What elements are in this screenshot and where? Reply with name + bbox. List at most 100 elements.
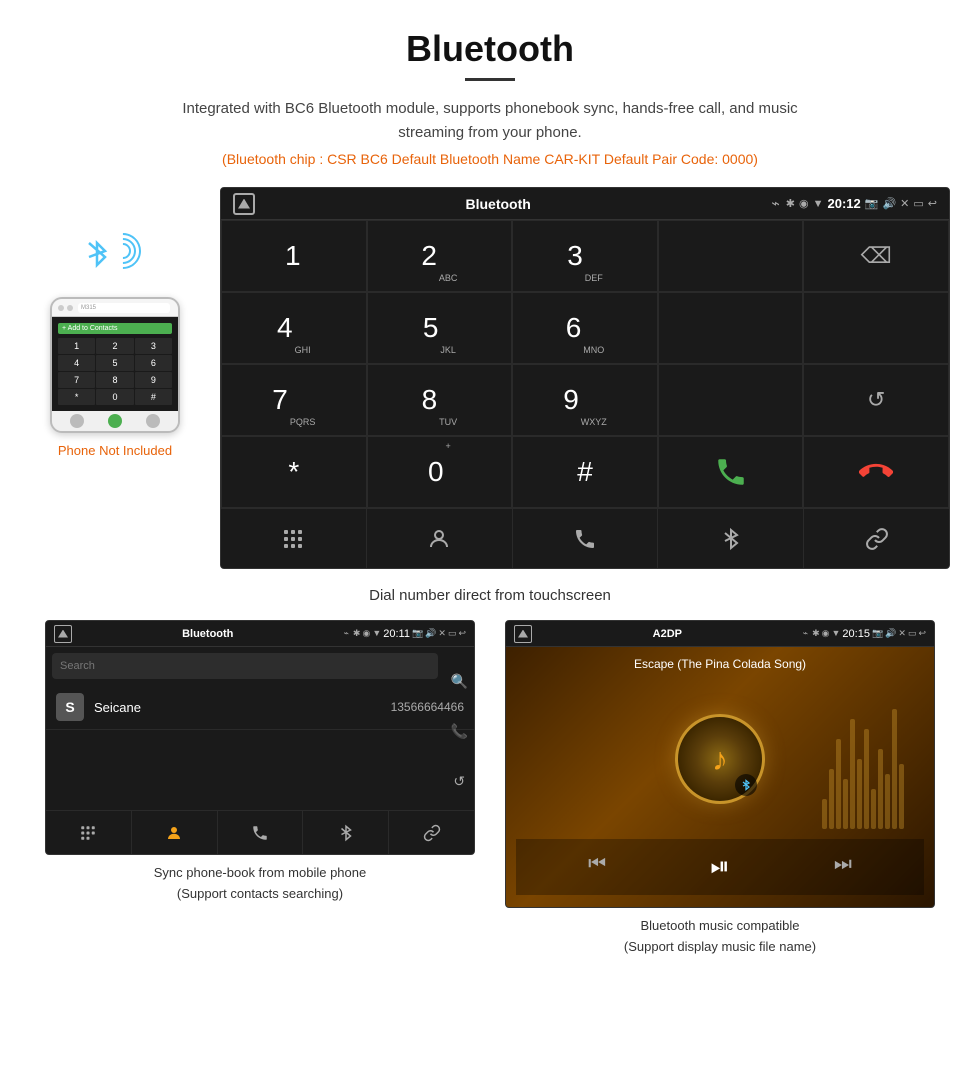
status-icons: ✱ ◉ ▼ 20:12 📷 🔊 ✕ ▭ ↩ [786,196,937,211]
phone-menu-btn [146,414,160,428]
music-song-title: Escape (The Pina Colada Song) [634,657,806,671]
dial-key-9[interactable]: 9 WXYZ [512,364,658,436]
music-bg: Escape (The Pina Colada Song) ♪ [506,647,934,907]
dial-key-6[interactable]: 6 MNO [512,292,658,364]
music-status-bar: A2DP ⌁ ✱ ◉ ▼ 20:15 📷 🔊 ✕ ▭ ↩ [506,621,934,647]
eq-bar-4 [843,779,848,829]
dial-key-4[interactable]: 4 GHI [221,292,367,364]
pb-x-icon: ✕ [438,628,446,640]
phone-green-bar: + Add to Contacts [58,323,172,334]
prev-track-btn[interactable]: ⏮ [588,853,606,881]
eq-bar-12 [899,764,904,829]
music-sig-icon: ▼ [832,628,841,640]
pb-spacer [46,730,474,810]
pb-btn-bluetooth[interactable] [303,811,389,854]
pb-bt-icon: ✱ [353,628,361,640]
x-icon: ✕ [900,197,909,210]
dial-call-green[interactable] [658,436,804,508]
pb-search-bar[interactable]: Search [52,653,438,679]
backspace-icon: ⌫ [861,243,892,269]
pb-btn-contacts[interactable] [132,811,218,854]
dial-key-2[interactable]: 2 ABC [367,220,513,292]
pb-dialpad-icon [79,824,97,842]
volume-icon: 🔊 [882,197,896,210]
dial-refresh[interactable]: ↺ [803,364,949,436]
status-time: 20:12 [828,196,861,211]
call-icon [573,527,597,551]
phone-screen: + Add to Contacts 1 2 3 4 5 6 7 8 9 * 0 … [52,317,178,411]
link-icon [865,527,889,551]
dial-key-star[interactable]: * [221,436,367,508]
phone-not-included: Phone Not Included [58,443,172,458]
bluetooth-toolbar-icon [719,527,743,551]
music-caption: Bluetooth music compatible(Support displ… [614,908,826,958]
pb-search-side-icon[interactable]: 🔍 [451,673,468,690]
location-icon: ◉ [799,197,809,210]
phone-addr-bar: M315 [78,303,170,313]
dial-key-7[interactable]: 7 PQRS [221,364,367,436]
music-screen-icon: ▭ [908,628,917,640]
toolbar-link[interactable] [804,509,949,568]
phone-key-0: 0 [96,389,133,405]
next-track-btn[interactable]: ⏭ [834,853,852,881]
eq-bar-1 [822,799,827,829]
dial-call-red[interactable] [803,436,949,508]
pb-btn-call[interactable] [218,811,304,854]
music-status-title: A2DP [536,628,799,640]
bt-signal [75,227,155,287]
toolbar-bluetooth[interactable] [658,509,804,568]
dial-key-3[interactable]: 3 DEF [512,220,658,292]
phone-key-1: 1 [58,338,95,354]
phone-key-5: 5 [96,355,133,371]
dial-key-8[interactable]: 8 TUV [367,364,513,436]
eq-bar-8 [871,789,876,829]
pb-refresh-side-icon[interactable]: ↺ [453,773,465,790]
music-time: 20:15 [842,628,870,640]
phone-key-8: 8 [96,372,133,388]
pb-vol-icon: 🔊 [425,628,436,640]
phone-top-bar: M315 [52,299,178,317]
music-home-icon[interactable] [514,625,532,643]
phone-key-7: 7 [58,372,95,388]
page-header: Bluetooth Integrated with BC6 Bluetooth … [0,0,980,187]
camera-icon: 📷 [865,197,879,210]
dial-key-5[interactable]: 5 JKL [367,292,513,364]
pb-contacts-icon [165,824,183,842]
bottom-screens: Bluetooth ⌁ ✱ ◉ ▼ 20:11 📷 🔊 ✕ ▭ ↩ [0,620,980,958]
pb-link-icon [423,824,441,842]
music-home-inner [518,630,528,638]
dial-empty-4 [658,364,804,436]
music-note-icon: ♪ [712,741,728,778]
pb-search-placeholder: Search [60,660,95,672]
pb-call-side-icon[interactable]: 📞 [451,723,468,740]
play-pause-btn[interactable]: ⏯ [710,853,729,881]
eq-bar-9 [878,749,883,829]
signal-icon: ▼ [813,198,824,210]
eq-bar-5 [850,719,855,829]
toolbar-dialpad[interactable] [221,509,367,568]
pb-bt-icon [337,824,355,842]
dial-backspace[interactable]: ⌫ [803,220,949,292]
screen-icon: ▭ [913,197,923,210]
main-status-bar: Bluetooth ⌁ ✱ ◉ ▼ 20:12 📷 🔊 ✕ ▭ ↩ [221,188,949,220]
pb-status-icons: ✱ ◉ ▼ 20:11 📷 🔊 ✕ ▭ ↩ [353,628,466,640]
bt-status-icon: ✱ [786,197,795,210]
main-section: M315 + Add to Contacts 1 2 3 4 5 6 7 8 9… [0,187,980,569]
toolbar-contacts[interactable] [367,509,513,568]
phone-bottom [52,411,178,431]
eq-bar-7 [864,729,869,829]
pb-btn-link[interactable] [389,811,474,854]
dial-key-hash[interactable]: # [512,436,658,508]
toolbar-call[interactable] [513,509,659,568]
dial-key-1[interactable]: 1 [221,220,367,292]
pb-status-title: Bluetooth [76,628,339,640]
music-disc: ♪ [675,714,765,804]
dial-key-0[interactable]: 0 + [367,436,513,508]
dial-empty-2 [658,292,804,364]
music-usb-icon: ⌁ [803,628,808,639]
phone-key-3: 3 [135,338,172,354]
pb-sig-icon: ▼ [372,628,381,640]
pb-home-icon[interactable] [54,625,72,643]
pb-btn-dialpad[interactable] [46,811,132,854]
pb-call-icon [251,824,269,842]
